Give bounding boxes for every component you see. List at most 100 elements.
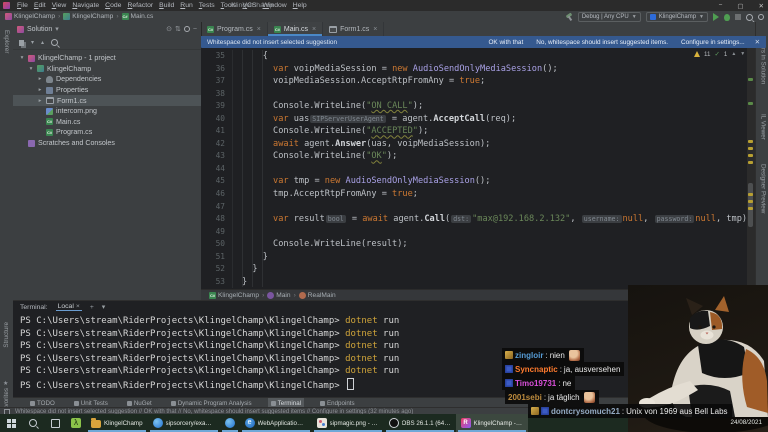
taskbar-app-globe[interactable] xyxy=(220,414,240,432)
tree-expanded-arrow[interactable]: ▾ xyxy=(19,55,25,61)
taskbar-app-klingelchamp[interactable]: KlingelChamp xyxy=(86,414,148,432)
tab-form1-cs[interactable]: Form1.cs × xyxy=(323,22,385,36)
taskbar-app-klingelchamp-m[interactable]: KlingelChamp - M... xyxy=(455,414,528,432)
settings-gear-icon[interactable] xyxy=(758,14,764,20)
toolwindow-tab-structure[interactable]: Structure xyxy=(3,322,10,348)
tree-item-form1-cs[interactable]: ▸ Form1.cs xyxy=(13,95,201,106)
new-terminal-icon[interactable]: + xyxy=(90,304,94,311)
taskbar-app-webapplication11[interactable]: WebApplication11... xyxy=(240,414,312,432)
toolwindow-tab-explorer[interactable]: Explorer xyxy=(3,30,10,53)
banner-action-ok-with-that[interactable]: OK with that xyxy=(488,39,523,46)
banner-action-no-whitespace-should-ins[interactable]: No, whitespace should insert suggested i… xyxy=(536,39,668,46)
terminal-tab-local[interactable]: Local × xyxy=(55,303,82,311)
solution-view-select[interactable]: Solution xyxy=(27,26,52,33)
locate-file-icon[interactable]: ⊙ xyxy=(166,25,172,33)
taskbar-app-sipsorcery-example[interactable]: sipsorcery/example... xyxy=(148,414,220,432)
editor-scrollbar[interactable] xyxy=(748,48,754,289)
tree-item-properties[interactable]: ▸ Properties xyxy=(13,85,201,96)
code-line-52[interactable]: 52 } xyxy=(201,263,747,276)
tree-collapsed-arrow[interactable]: ▸ xyxy=(37,87,43,93)
tree-item-scratches-and-consoles[interactable]: Scratches and Consoles xyxy=(13,138,201,149)
breadcrumb-main-cs[interactable]: Main.cs xyxy=(121,13,153,20)
taskbar-search-button[interactable] xyxy=(22,414,44,432)
window-close-button[interactable]: ✕ xyxy=(759,2,764,10)
close-terminal-tab-icon[interactable]: × xyxy=(76,303,80,310)
close-tab-icon[interactable]: × xyxy=(312,26,316,33)
menu-build[interactable]: Build xyxy=(156,2,177,9)
code-line-50[interactable]: 50 Console.WriteLine(result); xyxy=(201,238,747,251)
hide-panel-icon[interactable]: − xyxy=(193,26,197,33)
search-everywhere-icon[interactable] xyxy=(746,13,753,21)
chevron-down-icon[interactable]: ▾ xyxy=(55,25,59,33)
tree-item-dependencies[interactable]: ▸ Dependencies xyxy=(13,74,201,85)
tree-item-main-cs[interactable]: Main.cs xyxy=(13,117,201,128)
tree-item-klingelchamp[interactable]: ▾ KlingelChamp xyxy=(13,64,201,75)
inspections-widget[interactable]: 11 ✓ 1 ▲ ▼ xyxy=(694,50,745,58)
toolwindow-tab-designer-preview[interactable]: Designer Preview xyxy=(760,164,767,213)
breadcrumb-klingelchamp[interactable]: KlingelChamp xyxy=(63,13,113,20)
tree-item-intercom-png[interactable]: intercom.png xyxy=(13,106,201,117)
code-line-36[interactable]: 36 var voipMediaSession = new AudioSendO… xyxy=(201,62,747,76)
tab-main-cs[interactable]: Main.cs× xyxy=(267,22,324,36)
code-line-44[interactable]: 44 xyxy=(201,162,747,176)
tree-expanded-arrow[interactable]: ▾ xyxy=(28,66,34,72)
menu-file[interactable]: File xyxy=(14,2,31,9)
editor-breadcrumb-realmain[interactable]: RealMain xyxy=(298,291,336,299)
collapse-all-icon[interactable]: ⇅ xyxy=(175,25,181,33)
panel-settings-gear-icon[interactable] xyxy=(183,26,190,32)
code-line-49[interactable]: 49 xyxy=(201,225,747,239)
taskbar-app-sipmagic-png-paint[interactable]: sipmagic.png - Paint xyxy=(312,414,384,432)
menu-view[interactable]: View xyxy=(49,2,70,9)
breadcrumb-klingelchamp[interactable]: KlingelChamp xyxy=(5,13,55,20)
code-line-45[interactable]: 45 var tmp = new AudioSendOnlyMediaSessi… xyxy=(201,175,747,189)
scrollbar-thumb[interactable] xyxy=(748,183,753,227)
menu-navigate[interactable]: Navigate xyxy=(69,2,102,9)
task-view-button[interactable] xyxy=(44,414,66,432)
run-button[interactable] xyxy=(713,13,719,21)
menu-code[interactable]: Code xyxy=(102,2,124,9)
taskbar-app-obs-26-1-1-64-bit[interactable]: OBS 26.1.1 (64-bit, ... xyxy=(384,414,456,432)
window-minimize-button[interactable]: − xyxy=(719,2,723,10)
code-line-46[interactable]: 46 tmp.AcceptRtpFromAny = true; xyxy=(201,188,747,201)
tree-item-program-cs[interactable]: Program.cs xyxy=(13,127,201,138)
close-tab-icon[interactable]: × xyxy=(257,26,261,33)
code-line-39[interactable]: 39 Console.WriteLine("ON CALL"); xyxy=(201,100,747,113)
solution-config-select[interactable]: Debug | Any CPU ▼ xyxy=(577,12,641,22)
code-line-51[interactable]: 51 } xyxy=(201,250,747,264)
start-button[interactable] xyxy=(0,414,22,432)
menu-run[interactable]: Run xyxy=(177,2,195,9)
search-tree-icon[interactable] xyxy=(51,39,59,46)
run-config-select[interactable]: KlingelChamp ▼ xyxy=(645,12,708,22)
menu-help[interactable]: Help xyxy=(290,2,310,9)
tree-item-klingelchamp-1-project[interactable]: ▾ KlingelChamp - 1 project xyxy=(13,53,201,64)
code-line-42[interactable]: 42 await agent.Answer(uas, voipMediaSess… xyxy=(201,137,747,151)
prev-issue-icon[interactable]: ▲ xyxy=(731,51,736,57)
tab-program-cs[interactable]: Program.cs × xyxy=(201,22,268,36)
menu-refactor[interactable]: Refactor xyxy=(124,2,156,9)
stop-button[interactable] xyxy=(735,14,741,20)
terminal-dropdown-icon[interactable]: ▾ xyxy=(102,303,105,311)
code-line-38[interactable]: 38 xyxy=(201,87,747,101)
code-line-35[interactable]: 35 { xyxy=(201,50,747,63)
sort-down-icon[interactable]: ▾ xyxy=(31,39,34,46)
sort-up-icon[interactable]: ▴ xyxy=(41,39,44,46)
editor-breadcrumb-klingelchamp[interactable]: KlingelChamp xyxy=(209,291,259,299)
next-issue-icon[interactable]: ▼ xyxy=(740,51,745,57)
code-line-48[interactable]: 48 var result bool = await agent.Call(dst… xyxy=(201,213,747,226)
code-editor[interactable]: 35 {36 var voipMediaSession = new AudioS… xyxy=(201,48,747,289)
menu-edit[interactable]: Edit xyxy=(31,2,49,9)
code-line-37[interactable]: 37 voipMediaSession.AcceptRtpFromAny = t… xyxy=(201,75,747,88)
taskbar-clock-date[interactable]: 24/08/2021 xyxy=(730,419,762,426)
toolwindow-tab-il-viewer[interactable]: IL Viewer xyxy=(760,114,767,140)
build-icon[interactable] xyxy=(565,13,573,21)
banner-action-configure-in-settings[interactable]: Configure in settings... xyxy=(681,39,745,46)
tree-collapsed-arrow[interactable]: ▸ xyxy=(37,98,43,104)
code-line-40[interactable]: 40 var uas SIPServerUserAgent = agent.Acc… xyxy=(201,112,747,126)
close-icon[interactable]: ✕ xyxy=(755,38,760,46)
file-pair-icon[interactable] xyxy=(19,39,24,46)
close-tab-icon[interactable]: × xyxy=(373,26,377,33)
menu-tests[interactable]: Tests xyxy=(196,2,218,9)
code-line-47[interactable]: 47 xyxy=(201,200,747,214)
window-maximize-button[interactable]: ▢ xyxy=(737,2,743,10)
code-line-41[interactable]: 41 Console.WriteLine("ACCEPTED"); xyxy=(201,125,747,138)
